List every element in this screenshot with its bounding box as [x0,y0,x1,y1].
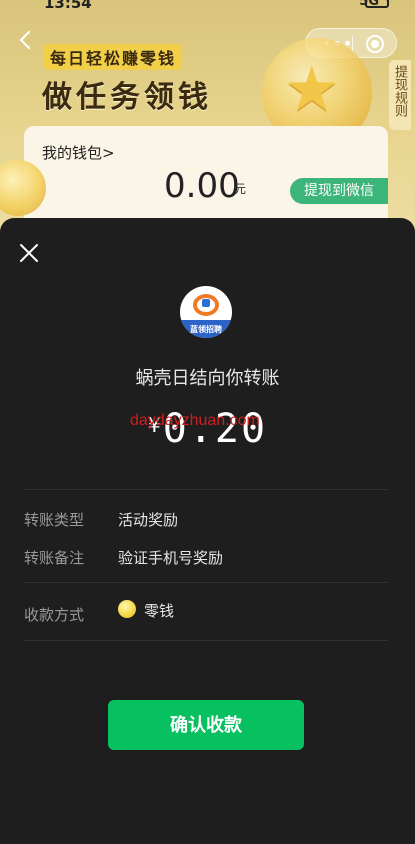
divider [24,489,388,490]
row-label-receive-method: 收款方式 [24,606,85,624]
wallet-amount: 0.00 [164,166,240,206]
logo-mark [193,294,219,316]
status-bar: 13:54 5G [0,0,415,18]
wallet-label[interactable]: 我的钱包> [42,142,115,163]
watermark-text: daydayzhuan.com [130,412,260,429]
withdraw-to-wechat-button[interactable]: 提现到微信 [290,178,388,204]
divider [24,582,388,583]
change-coin-icon [118,600,136,618]
capsule-separator [352,36,353,52]
row-label-transfer-note: 转账备注 [24,549,85,567]
confirm-receive-button[interactable]: 确认收款 [108,700,304,750]
row-value-transfer-note: 验证手机号奖励 [118,549,224,567]
transfer-sheet: 蓝领招聘 蜗壳日结向你转账 ¥0.20 daydayzhuan.com 转账类型… [0,218,415,844]
logo-text: 蓝领招聘 [190,325,222,334]
row-value-receive-method[interactable]: 零钱 [144,600,174,621]
mini-program-close-icon[interactable] [366,35,384,53]
battery-icon [365,0,389,8]
status-time: 13:54 [44,0,92,12]
app-logo-icon: 蓝领招聘 [180,286,232,338]
row-value-transfer-type: 活动奖励 [118,511,179,529]
wallet-unit: 元 [234,182,247,196]
hero-title: 做任务领钱 [42,80,212,115]
back-arrow-icon[interactable] [16,30,36,50]
hero-subtitle: 每日轻松赚零钱 [44,44,183,70]
divider [24,640,388,641]
close-icon[interactable] [18,242,40,264]
rules-tab[interactable]: 提现规则 [389,60,411,130]
payer-line: 蜗壳日结向你转账 [135,368,280,389]
row-label-transfer-type: 转账类型 [24,511,85,529]
